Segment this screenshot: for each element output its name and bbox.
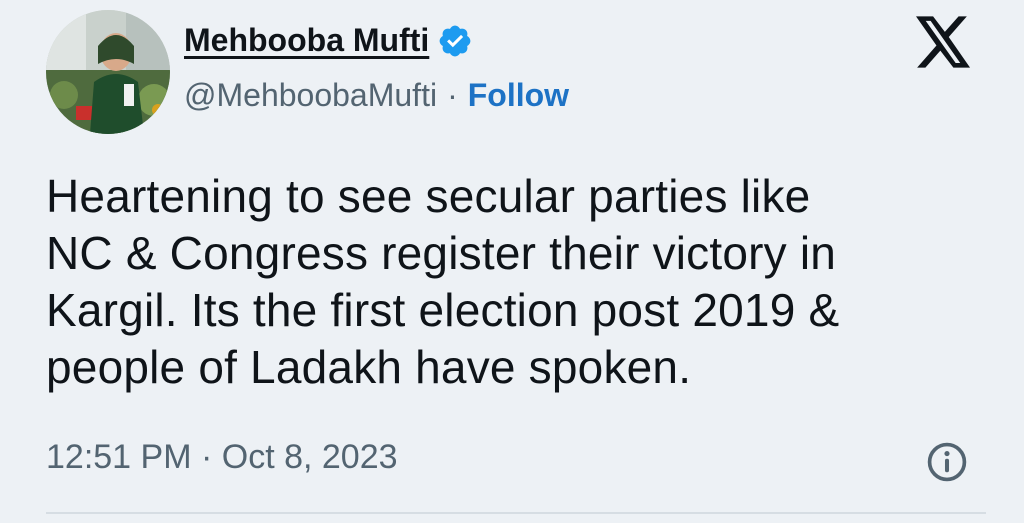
- info-icon[interactable]: [925, 440, 969, 484]
- handle-separator: ·: [447, 77, 458, 113]
- author-display-name[interactable]: Mehbooba Mufti: [184, 22, 429, 59]
- avatar-photo: [46, 10, 170, 134]
- x-logo-icon[interactable]: [916, 16, 972, 68]
- divider: [46, 512, 986, 514]
- tweet-card: Mehbooba Mufti @MehboobaMufti · Follow H…: [0, 0, 1024, 523]
- tweet-text: Heartening to see secular parties like N…: [46, 170, 840, 393]
- tweet-timestamp[interactable]: 12:51 PM · Oct 8, 2023: [46, 438, 398, 477]
- follow-button[interactable]: Follow: [468, 77, 569, 114]
- author-handle[interactable]: @MehboobaMufti: [184, 77, 437, 114]
- avatar[interactable]: [46, 10, 170, 134]
- author-handle-row: @MehboobaMufti · Follow: [184, 77, 569, 114]
- verified-badge-icon: [439, 25, 471, 56]
- author-name-row: Mehbooba Mufti: [184, 22, 473, 59]
